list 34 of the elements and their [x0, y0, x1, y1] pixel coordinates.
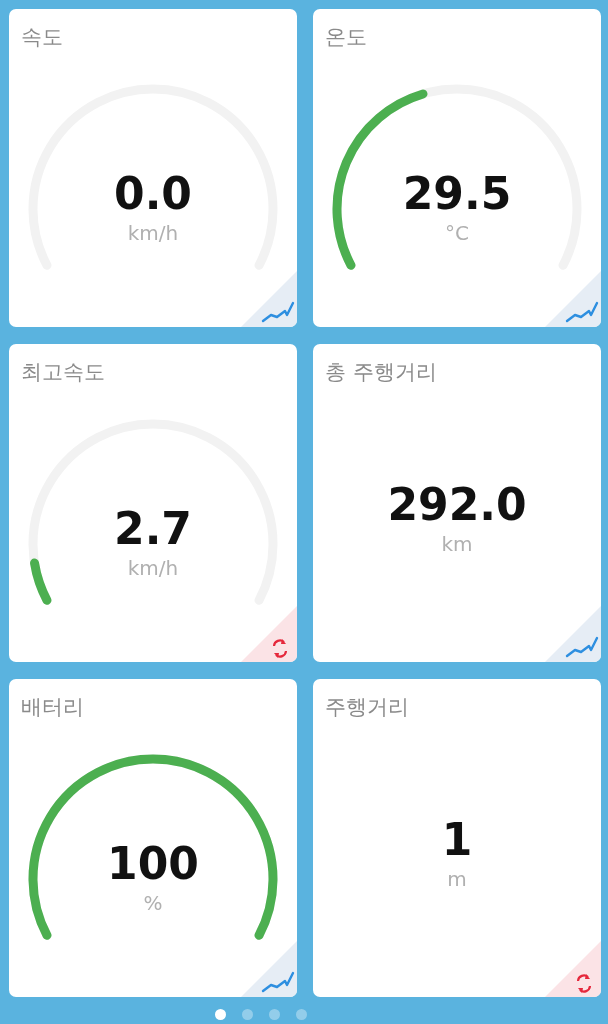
value-text: 100	[107, 837, 199, 891]
card-background[interactable]: 속도 0.0 km/h	[9, 9, 297, 327]
card-title: 주행거리	[325, 694, 409, 721]
value-text: 29.5	[402, 167, 512, 221]
trend-chart-icon[interactable]	[241, 271, 297, 327]
value-text: 1	[441, 813, 473, 867]
trend-chart-icon[interactable]	[545, 271, 601, 327]
page-indicator-dot[interactable]	[215, 1009, 226, 1020]
page-indicator-dot[interactable]	[296, 1009, 307, 1020]
unit-text: °C	[445, 221, 469, 245]
trend-chart-icon[interactable]	[241, 941, 297, 997]
value-text: 0.0	[114, 167, 192, 221]
unit-text: km	[441, 532, 473, 556]
trend-chart-icon[interactable]	[545, 606, 601, 662]
card-title: 속도	[21, 24, 63, 51]
card-background[interactable]: 배터리 100 %	[9, 679, 297, 997]
card-title: 온도	[325, 24, 367, 51]
value-text: 292.0	[387, 478, 527, 532]
refresh-icon[interactable]	[241, 606, 297, 662]
card-title: 배터리	[21, 694, 84, 721]
page-indicator-dot[interactable]	[242, 1009, 253, 1020]
value-text: 2.7	[114, 502, 192, 556]
page-indicator-dot[interactable]	[269, 1009, 280, 1020]
card-background[interactable]: 주행거리 1 m	[313, 679, 601, 997]
unit-text: m	[447, 867, 467, 891]
card-background[interactable]: 온도 29.5 °C	[313, 9, 601, 327]
card-title: 최고속도	[21, 359, 105, 386]
refresh-icon[interactable]	[545, 941, 601, 997]
unit-text: km/h	[127, 221, 179, 245]
unit-text: %	[143, 891, 163, 915]
card-title: 총 주행거리	[325, 359, 437, 386]
card-background[interactable]: 총 주행거리 292.0 km	[313, 344, 601, 662]
card-background[interactable]: 최고속도 2.7 km/h	[9, 344, 297, 662]
unit-text: km/h	[127, 556, 179, 580]
